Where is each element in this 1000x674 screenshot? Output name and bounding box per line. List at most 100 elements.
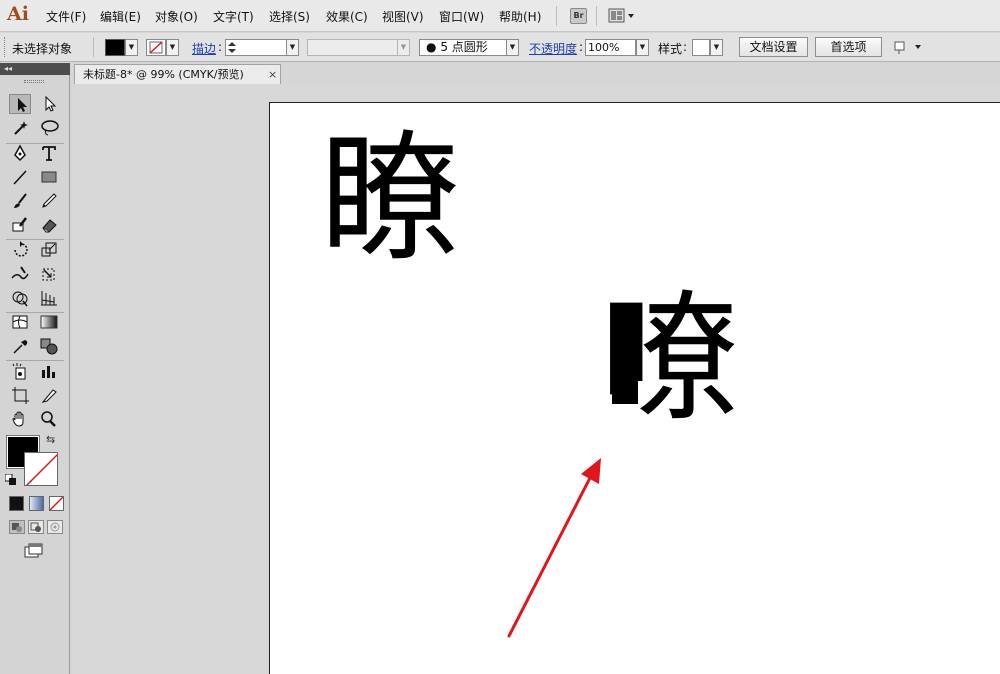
direct-selection-tool[interactable] <box>38 94 60 114</box>
fill-color-swatch[interactable] <box>105 39 125 56</box>
gradient-mode-button[interactable] <box>29 496 44 511</box>
menu-window[interactable]: 窗口(W) <box>439 8 484 25</box>
no-color-icon <box>149 41 163 54</box>
control-bar: 未选择对象 ▼ ▼ 描边 : ▼ ▼ ● 5 点圆形 ▼ 不透明度 : 100%… <box>0 33 1000 62</box>
menu-effect[interactable]: 效果(C) <box>326 8 368 25</box>
artboard-tool[interactable] <box>9 385 31 405</box>
arrange-documents-icon <box>608 8 634 23</box>
stroke-weight-dropdown[interactable]: ▼ <box>286 39 299 56</box>
menu-view[interactable]: 视图(V) <box>382 8 424 25</box>
menu-type[interactable]: 文字(T) <box>213 8 254 25</box>
pencil-icon <box>42 193 57 208</box>
blob-brush-icon <box>12 217 27 232</box>
eraser-tool[interactable] <box>38 215 60 235</box>
screen-mode-button[interactable] <box>24 543 44 559</box>
draw-inside-button[interactable] <box>47 520 63 534</box>
scale-tool[interactable] <box>38 240 60 260</box>
none-icon <box>49 496 64 511</box>
document-tab[interactable]: 未标题-8* @ 99% (CMYK/预览) <box>74 64 281 84</box>
gradient-tool[interactable] <box>38 312 60 332</box>
pen-icon <box>14 144 26 162</box>
blend-tool[interactable] <box>38 336 60 356</box>
warp-tool[interactable] <box>9 264 31 284</box>
menu-file[interactable]: 文件(F) <box>46 8 86 25</box>
draw-normal-button[interactable] <box>9 520 25 534</box>
column-graph-tool[interactable] <box>38 361 60 381</box>
arrange-documents-button[interactable] <box>608 8 636 24</box>
gradient-icon <box>40 315 58 329</box>
default-fill-stroke-icon[interactable] <box>4 473 17 486</box>
menu-select[interactable]: 选择(S) <box>269 8 310 25</box>
panel-menu-button[interactable] <box>893 39 925 55</box>
stroke-weight-input[interactable] <box>225 39 287 56</box>
screen-mode-icon <box>24 543 43 558</box>
document-setup-button[interactable]: 文档设置 <box>739 37 808 57</box>
menu-edit[interactable]: 编辑(E) <box>100 8 141 25</box>
symbol-sprayer-icon <box>12 363 26 380</box>
tools-panel-header[interactable]: ◂◂ <box>0 63 70 75</box>
menu-help[interactable]: 帮助(H) <box>499 8 541 25</box>
color-mode-button[interactable] <box>9 496 24 511</box>
rectangle-tool[interactable] <box>38 167 60 187</box>
canvas-text-liao-2[interactable]: 嘹 <box>600 280 740 440</box>
fill-dropdown-arrow[interactable]: ▼ <box>125 39 138 56</box>
variable-width-dropdown[interactable]: ▼ <box>397 39 410 56</box>
slice-tool[interactable] <box>38 385 60 405</box>
menu-bar: Ai 文件(F) 编辑(E) 对象(O) 文字(T) 选择(S) 效果(C) 视… <box>0 0 1000 32</box>
brush-definition-field[interactable]: ● 5 点圆形 <box>419 39 507 56</box>
free-transform-tool[interactable] <box>38 264 60 284</box>
opacity-input[interactable]: 100% <box>585 39 636 56</box>
eyedropper-tool[interactable] <box>9 336 31 356</box>
stroke-dropdown-arrow[interactable]: ▼ <box>166 39 179 56</box>
stroke-color-swatch[interactable] <box>146 39 166 56</box>
selection-status: 未选择对象 <box>12 42 73 56</box>
perspective-grid-tool[interactable] <box>38 288 60 308</box>
panel-grip[interactable] <box>24 80 44 83</box>
brush-dropdown[interactable]: ▼ <box>506 39 519 56</box>
artboard-icon <box>12 387 29 404</box>
hand-tool[interactable] <box>9 409 31 429</box>
flyout-menu-icon <box>894 41 921 54</box>
zoom-tool[interactable] <box>38 409 60 429</box>
red-annotation-arrow <box>507 458 601 638</box>
graphic-style-dropdown[interactable]: ▼ <box>710 39 723 56</box>
pencil-tool[interactable] <box>38 191 60 211</box>
variable-width-profile[interactable] <box>307 39 404 56</box>
stroke-label[interactable]: 描边 <box>192 40 216 57</box>
rectangle-icon <box>41 171 57 183</box>
selection-tool[interactable] <box>9 94 31 114</box>
line-segment-tool[interactable] <box>9 167 31 187</box>
lasso-tool[interactable] <box>38 118 60 138</box>
lasso-icon <box>41 120 59 136</box>
stroke-color-box[interactable] <box>24 452 58 486</box>
draw-normal-icon <box>12 523 22 532</box>
bridge-button[interactable]: Br <box>570 8 587 24</box>
magic-wand-tool[interactable] <box>9 118 31 138</box>
opacity-label[interactable]: 不透明度 <box>529 40 577 57</box>
free-transform-icon <box>42 268 55 281</box>
type-tool[interactable] <box>38 143 60 163</box>
canvas-text-liao-1[interactable]: 瞭 <box>320 120 460 280</box>
rotate-tool[interactable] <box>9 240 31 260</box>
column-graph-icon <box>42 366 55 378</box>
menu-object[interactable]: 对象(O) <box>155 8 198 25</box>
scale-icon <box>41 242 57 257</box>
preferences-button[interactable]: 首选项 <box>815 37 882 57</box>
mesh-tool[interactable] <box>9 312 31 332</box>
brush-size-label: 5 点圆形 <box>440 40 488 54</box>
blob-brush-tool[interactable] <box>9 215 31 235</box>
graphic-style-swatch[interactable] <box>692 39 710 56</box>
draw-behind-button[interactable] <box>28 520 44 534</box>
paintbrush-tool[interactable] <box>9 191 31 211</box>
close-tab-icon[interactable]: × <box>268 68 277 81</box>
pen-tool[interactable] <box>9 143 31 163</box>
no-stroke-icon <box>25 453 57 485</box>
symbol-sprayer-tool[interactable] <box>9 361 31 381</box>
opacity-dropdown[interactable]: ▼ <box>636 39 649 56</box>
none-mode-button[interactable] <box>49 496 64 511</box>
swap-fill-stroke-icon[interactable]: ⇆ <box>46 433 55 446</box>
shape-builder-tool[interactable] <box>9 288 31 308</box>
app-logo: Ai <box>7 3 29 25</box>
style-label: 样式 <box>658 42 683 56</box>
shape-builder-icon <box>12 291 28 307</box>
